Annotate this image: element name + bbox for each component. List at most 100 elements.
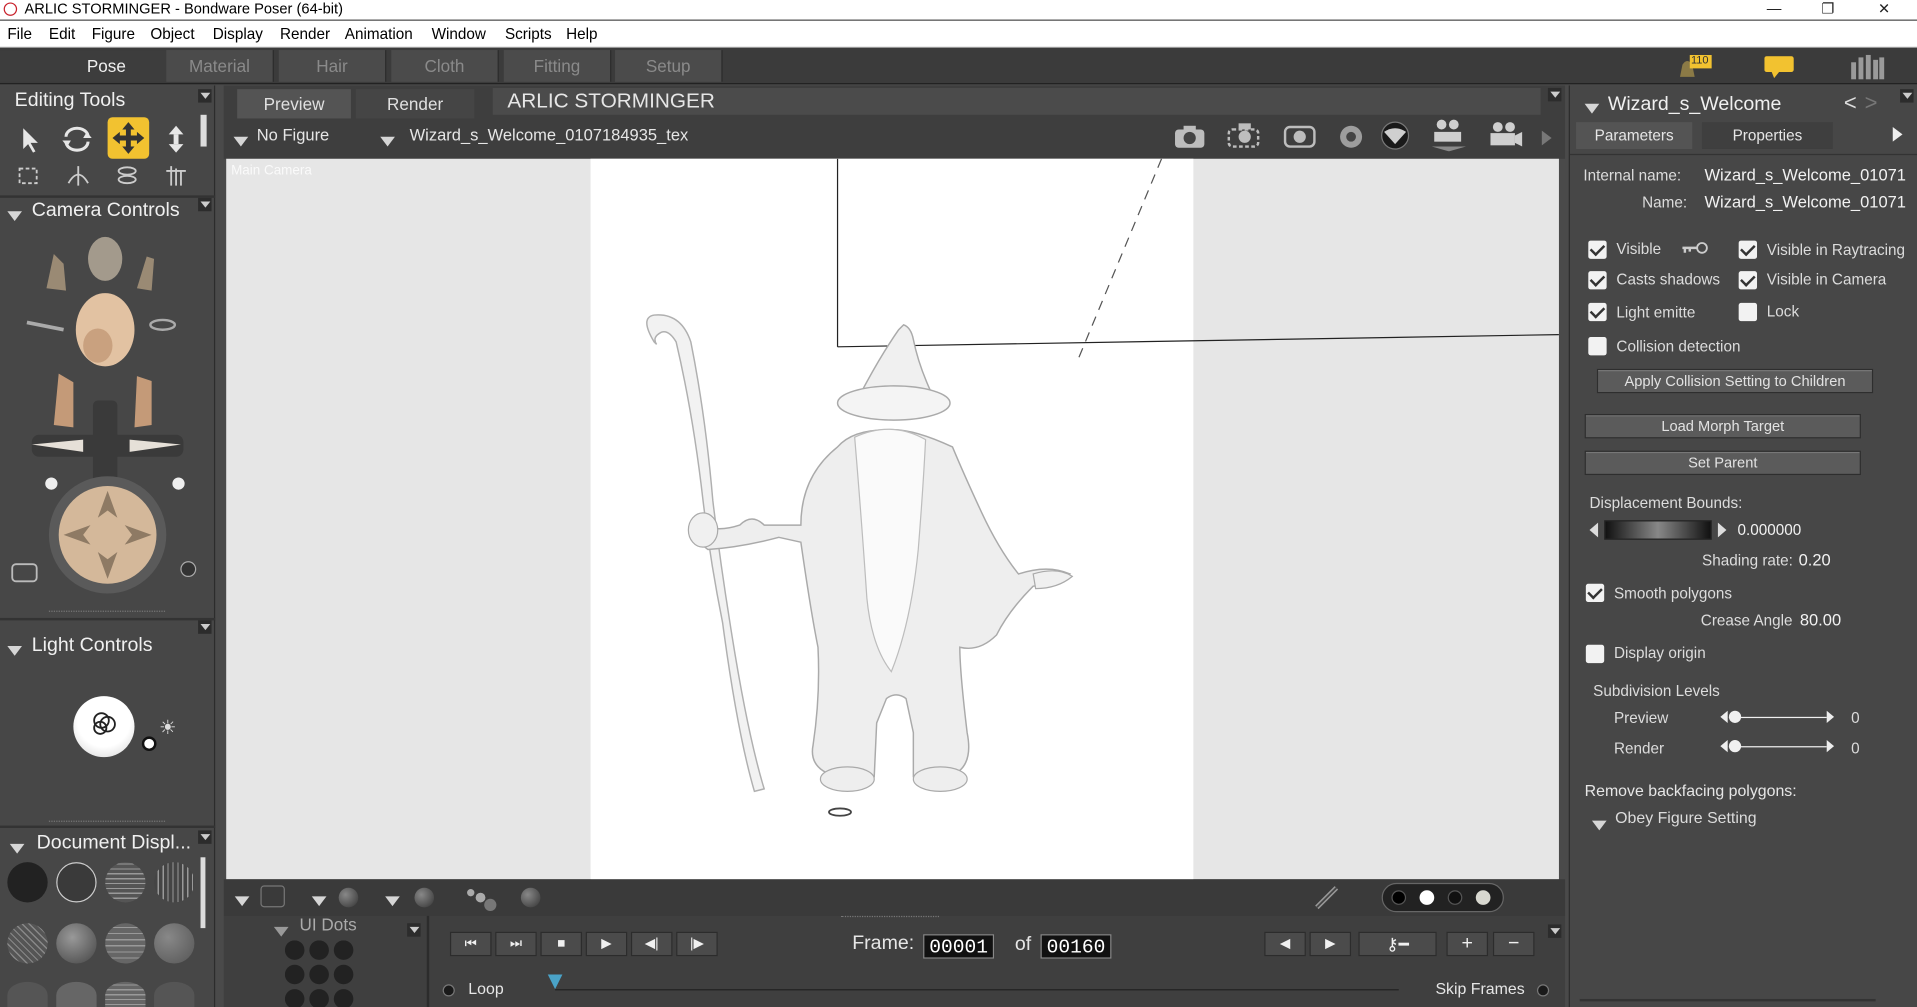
preview-mode-dot-4[interactable] [1475,890,1491,905]
key-icon[interactable] [1680,239,1709,262]
light-indicator[interactable] [141,736,157,752]
movie-camera-icon[interactable] [1488,120,1523,158]
display-style-outline[interactable] [56,862,97,903]
document-display-collapse-icon[interactable] [9,838,25,860]
set-parent-button[interactable]: Set Parent [1584,450,1861,476]
ui-dots-menu-button[interactable] [407,923,421,937]
display-style-flat-shaded[interactable] [56,923,97,964]
tab-preview[interactable]: Preview [237,89,351,119]
sphere-camera-icon[interactable] [1378,120,1412,158]
camera-controls-menu-button[interactable] [198,197,212,212]
brush-icon[interactable] [1312,883,1341,918]
object-dropdown-arrow-icon[interactable] [380,131,395,153]
play-button[interactable]: ▶ [585,931,628,957]
obey-dropdown-arrow-icon[interactable] [1591,815,1607,837]
tab-cloth[interactable]: Cloth [391,50,499,82]
render-slider-track[interactable] [1728,746,1827,748]
preview-slider-knob[interactable] [1728,710,1742,723]
maximize-button[interactable]: ❐ [1800,0,1856,20]
smooth-polygons-checkbox[interactable] [1585,583,1605,603]
backfacing-select[interactable]: Obey Figure Setting [1615,808,1756,826]
tab-material[interactable]: Material [166,50,274,82]
display-style-texture-shaded[interactable] [56,981,97,1007]
prev-key-button[interactable]: ◀ [1264,931,1306,957]
add-keyframe-button[interactable]: + [1446,931,1489,957]
render-slider-right-arrow[interactable] [1826,740,1835,753]
panel-collapse-icon[interactable] [1584,98,1600,120]
total-frames-field[interactable]: 00160 [1040,934,1112,959]
timeline-track[interactable] [555,989,1399,991]
current-frame-field[interactable]: 00001 [923,934,995,959]
step-forward-button[interactable]: |▶ [676,931,718,957]
camera-with-light-icon[interactable] [1226,120,1263,155]
tab-fitting[interactable]: Fitting [503,50,612,82]
figure-style-ball[interactable] [338,887,359,908]
figure-select[interactable]: No Figure [257,126,329,144]
displacement-decrement-icon[interactable] [1589,522,1599,538]
tab-parameters[interactable]: Parameters [1576,122,1693,149]
visible-checkbox[interactable] [1588,240,1607,259]
display-style-lit-wireframe[interactable] [7,923,48,964]
display-style-sketch[interactable] [154,981,195,1007]
display-style-wireframe[interactable] [105,862,146,903]
menu-file[interactable]: File [7,26,32,43]
taper-tool-icon[interactable] [61,161,95,195]
prev-keyframe-button[interactable]: ⏭ [495,931,537,957]
load-morph-target-button[interactable]: Load Morph Target [1584,413,1861,439]
resize-grip[interactable] [48,820,166,825]
forward-arrow-icon[interactable]: > [1865,90,1878,116]
depth-cue-ball[interactable] [520,887,541,908]
lock-checkbox[interactable] [1738,302,1758,322]
back-arrow-icon[interactable]: < [1844,90,1857,116]
chain-break-tool-icon[interactable] [159,161,193,195]
close-button[interactable]: ✕ [1856,0,1912,20]
group-camera-icon[interactable] [1429,117,1468,157]
main-viewport[interactable]: Main Camera [226,158,1559,880]
menu-help[interactable]: Help [566,26,597,43]
light-emitter-checkbox[interactable] [1588,302,1607,322]
displacement-increment-icon[interactable] [1717,522,1727,538]
timeline-scrubber[interactable] [547,974,563,990]
stop-button[interactable]: ■ [540,931,583,957]
camera-controls-collapse-icon[interactable] [7,205,23,227]
notifications-bell-icon[interactable]: 110 [1675,54,1712,79]
keyframe-editor-button[interactable]: ⚷━ [1358,931,1437,957]
element-style-ball[interactable] [414,887,435,908]
twist-tool-icon[interactable] [110,161,144,195]
display-style-hidden-line-2[interactable] [105,981,146,1007]
next-key-button[interactable]: ▶ [1309,931,1352,957]
translate-in-out-tool-icon[interactable] [159,122,193,156]
light-controls-collapse-icon[interactable] [7,640,23,662]
menu-display[interactable]: Display [213,26,263,43]
displacement-dial[interactable] [1604,520,1712,540]
skip-frames-radio[interactable] [1536,984,1550,997]
tab-setup[interactable]: Setup [615,50,723,82]
resize-grip[interactable] [841,915,940,920]
preview-mode-dot-3[interactable] [1447,890,1463,905]
display-style-silhouette[interactable] [7,862,48,903]
preview-square-icon[interactable] [260,885,285,908]
rotate-tool-icon[interactable] [59,122,93,156]
name-field[interactable]: Wizard_s_Welcome_01071 [1704,193,1909,211]
orbit-camera-icon[interactable] [1283,122,1317,155]
ui-dots-grid[interactable] [284,940,358,1007]
menu-scripts[interactable]: Scripts [505,26,552,43]
timeline-menu-button[interactable] [1547,924,1562,938]
displacement-bounds-value[interactable]: 0.000000 [1737,521,1801,538]
preview-slider-right-arrow[interactable] [1826,710,1835,723]
render-slider-left-arrow[interactable] [1720,740,1728,753]
minimize-button[interactable]: — [1746,0,1802,20]
loop-radio[interactable] [442,984,455,997]
scale-tool-icon[interactable] [12,161,46,195]
crease-angle-value[interactable]: 80.00 [1800,611,1841,629]
translate-tool-icon[interactable] [107,117,150,159]
menu-figure[interactable]: Figure [92,26,135,43]
tracking-icon[interactable] [463,885,497,918]
object-select[interactable]: Wizard_s_Welcome_0107184935_tex [410,126,689,144]
display-style-texture[interactable] [7,981,48,1007]
preview-slider-track[interactable] [1728,716,1827,719]
properties-menu-button[interactable] [1900,89,1914,103]
camera-scroll-right-icon[interactable] [1541,129,1552,151]
tab-render[interactable]: Render [355,89,475,119]
render-slider-knob[interactable] [1728,740,1742,753]
